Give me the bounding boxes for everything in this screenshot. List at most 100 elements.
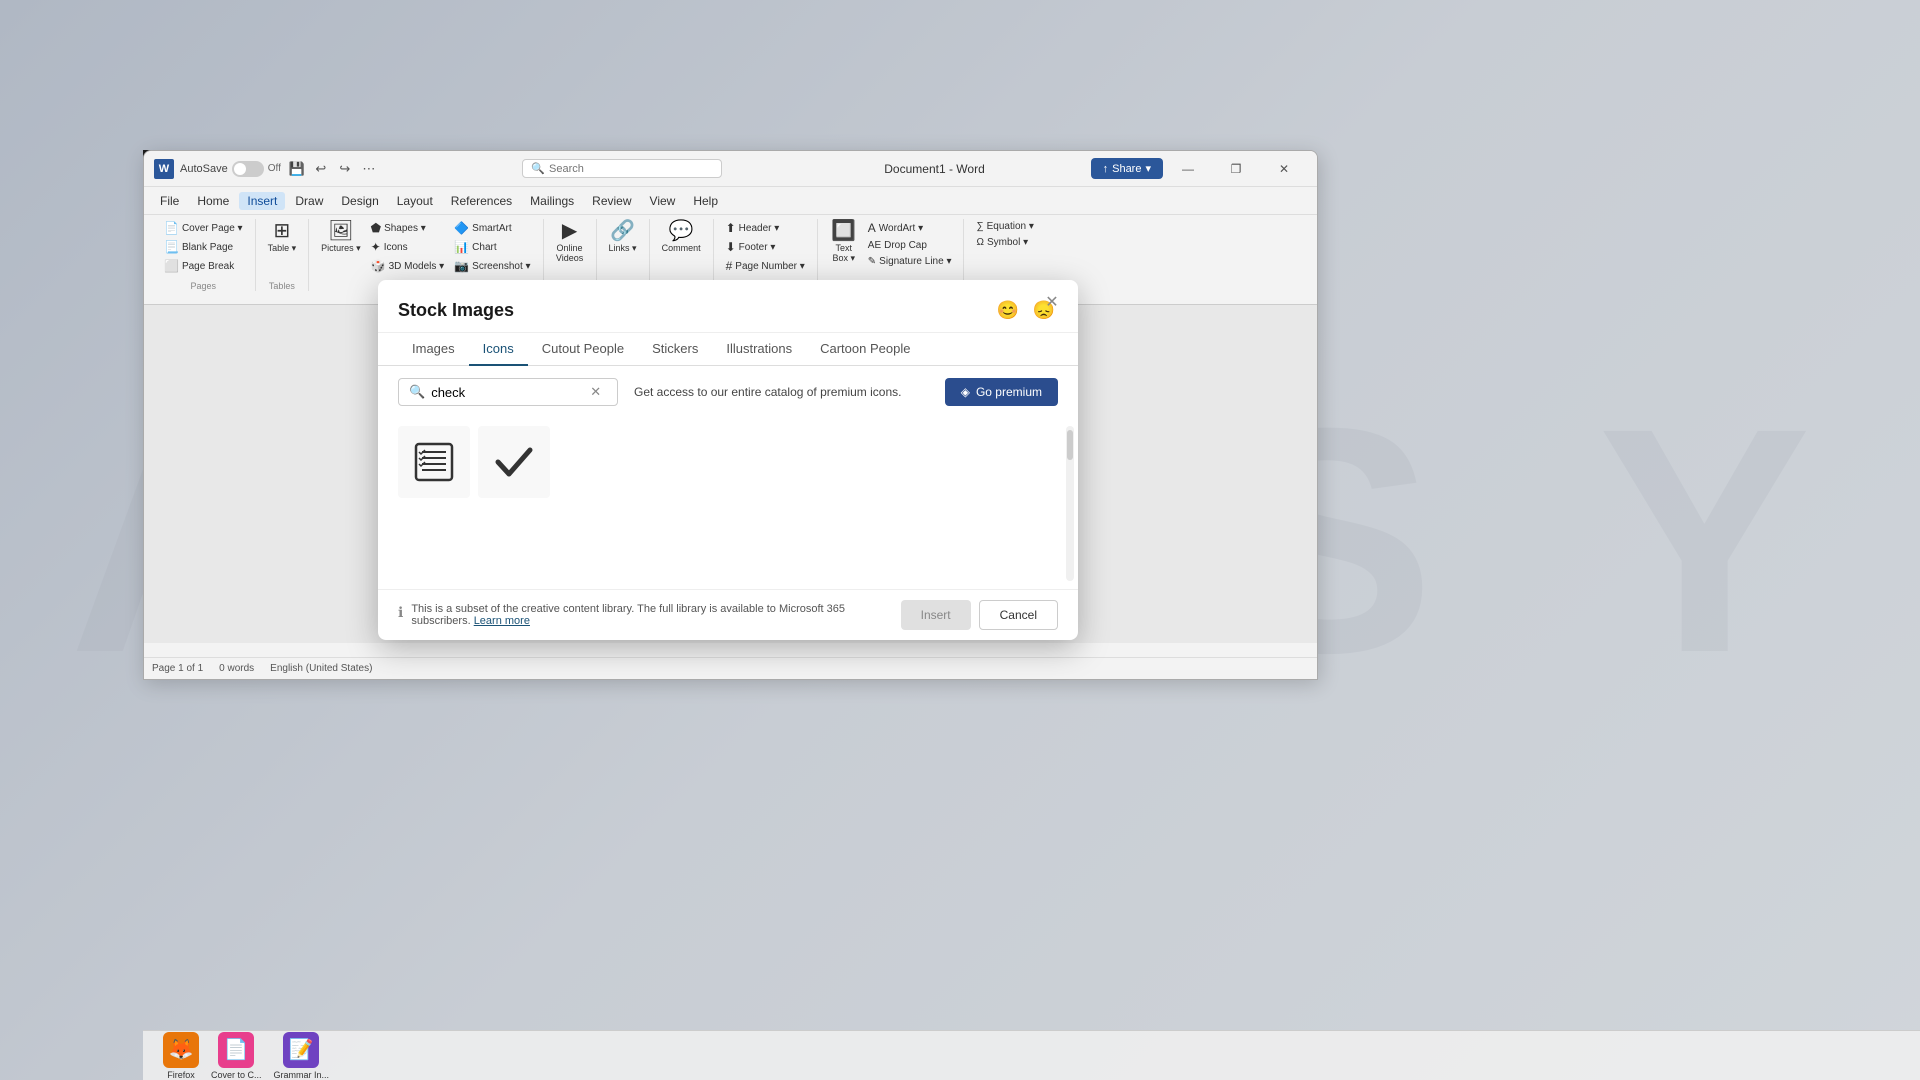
tab-cutout-people[interactable]: Cutout People xyxy=(528,333,638,366)
wordart-button[interactable]: A WordArt ▾ xyxy=(864,219,956,237)
restore-button[interactable]: ❐ xyxy=(1213,154,1259,184)
menu-mailings[interactable]: Mailings xyxy=(522,192,582,210)
minimize-button[interactable]: — xyxy=(1165,154,1211,184)
equation-button[interactable]: ∑ Equation ▾ xyxy=(972,219,1037,234)
premium-text: Get access to our entire catalog of prem… xyxy=(634,385,929,399)
title-search-input[interactable] xyxy=(549,163,709,175)
title-search-box[interactable]: 🔍 xyxy=(522,159,722,178)
pictures-button[interactable]: 🖼 Pictures ▾ xyxy=(317,219,365,256)
icons-button[interactable]: ✦ Icons xyxy=(367,238,449,256)
screenshot-button[interactable]: 📷 Screenshot ▾ xyxy=(450,257,534,275)
footer-label: Footer ▾ xyxy=(739,242,776,253)
more-icon[interactable]: ⋯ xyxy=(359,159,379,179)
happy-face-button[interactable]: 😊 xyxy=(994,296,1022,324)
menu-review[interactable]: Review xyxy=(584,192,639,210)
search-clear-button[interactable]: ✕ xyxy=(590,384,601,400)
blank-page-button[interactable]: 📃 Blank Page xyxy=(160,238,247,256)
shapes-button[interactable]: ⬟ Shapes ▾ xyxy=(367,219,449,237)
undo-icon[interactable]: ↩ xyxy=(311,159,331,179)
drop-cap-icon: AE xyxy=(868,240,881,251)
tab-images[interactable]: Images xyxy=(398,333,469,366)
taskbar-app-cover[interactable]: 📄 Cover to C... xyxy=(211,1032,262,1080)
pages-col: 📄 Cover Page ▾ 📃 Blank Page ⬜ Page Break xyxy=(160,219,247,275)
result-checklist[interactable] xyxy=(398,426,470,498)
desktop-taskbar: 🦊 Firefox 📄 Cover to C... 📝 Grammar In..… xyxy=(143,1030,1920,1080)
menu-design[interactable]: Design xyxy=(333,192,386,210)
happy-face-icon: 😊 xyxy=(997,300,1019,321)
icons-icon: ✦ xyxy=(371,240,381,254)
page-count: Page 1 of 1 xyxy=(152,663,203,674)
results-grid xyxy=(398,426,1058,498)
save-icon[interactable]: 💾 xyxy=(287,159,307,179)
search-input[interactable] xyxy=(431,385,586,400)
online-videos-button[interactable]: ▶ OnlineVideos xyxy=(552,219,588,265)
text-box-button[interactable]: 🔲 TextBox ▾ xyxy=(826,219,862,266)
grammar-app-label: Grammar In... xyxy=(274,1070,330,1080)
taskbar-app-grammar[interactable]: 📝 Grammar In... xyxy=(274,1032,330,1080)
modal-title: Stock Images xyxy=(398,300,514,321)
modal-results[interactable] xyxy=(378,418,1078,589)
links-button[interactable]: 🔗 Links ▾ xyxy=(605,219,641,256)
header-icon: ⬆ xyxy=(726,221,736,235)
share-button[interactable]: ↑ Share ▾ xyxy=(1091,158,1163,179)
autosave-toggle[interactable] xyxy=(232,161,264,177)
comment-button[interactable]: 💬 Comment xyxy=(658,219,705,255)
symbol-button[interactable]: Ω Symbol ▾ xyxy=(972,235,1037,250)
modal-close-button[interactable]: ✕ xyxy=(1040,290,1064,314)
3d-models-label: 3D Models ▾ xyxy=(389,261,445,272)
cover-app-icon: 📄 xyxy=(218,1032,254,1068)
page-break-button[interactable]: ⬜ Page Break xyxy=(160,257,247,275)
cover-page-icon: 📄 xyxy=(164,221,179,235)
page-break-icon: ⬜ xyxy=(164,259,179,273)
tab-cartoon-people[interactable]: Cartoon People xyxy=(806,333,924,366)
footer-button[interactable]: ⬇ Footer ▾ xyxy=(722,238,809,256)
redo-icon[interactable]: ↪ xyxy=(335,159,355,179)
smartart-button[interactable]: 🔷 SmartArt xyxy=(450,219,534,237)
page-number-button[interactable]: # Page Number ▾ xyxy=(722,257,809,275)
footer-info-text: This is a subset of the creative content… xyxy=(411,603,878,627)
chart-button[interactable]: 📊 Chart xyxy=(450,238,534,256)
title-bar-center: 🔍 xyxy=(466,159,778,178)
scroll-thumb[interactable] xyxy=(1067,430,1073,460)
info-icon: ℹ xyxy=(398,604,403,621)
cancel-button[interactable]: Cancel xyxy=(979,600,1058,630)
drop-cap-button[interactable]: AE Drop Cap xyxy=(864,238,956,253)
menu-references[interactable]: References xyxy=(443,192,520,210)
scroll-track[interactable] xyxy=(1066,426,1074,581)
menu-insert[interactable]: Insert xyxy=(239,192,285,210)
stock-images-modal: Stock Images 😊 😞 ✕ Images Icons Cutout P… xyxy=(378,280,1078,640)
menu-file[interactable]: File xyxy=(152,192,187,210)
insert-button[interactable]: Insert xyxy=(901,600,971,630)
menu-layout[interactable]: Layout xyxy=(389,192,441,210)
cover-app-label: Cover to C... xyxy=(211,1070,262,1080)
grammar-app-icon: 📝 xyxy=(283,1032,319,1068)
menu-view[interactable]: View xyxy=(642,192,684,210)
modal-footer-info: ℹ This is a subset of the creative conte… xyxy=(398,603,878,627)
modal-search-box[interactable]: 🔍 ✕ xyxy=(398,378,618,406)
result-checkmark[interactable] xyxy=(478,426,550,498)
menu-home[interactable]: Home xyxy=(189,192,237,210)
table-button[interactable]: ⊞ Table ▾ xyxy=(264,219,301,256)
cover-page-button[interactable]: 📄 Cover Page ▾ xyxy=(160,219,247,237)
menu-help[interactable]: Help xyxy=(685,192,726,210)
chart-label: Chart xyxy=(472,242,496,253)
close-button[interactable]: ✕ xyxy=(1261,154,1307,184)
tables-group-content: ⊞ Table ▾ xyxy=(264,219,301,256)
menu-draw[interactable]: Draw xyxy=(287,192,331,210)
tab-stickers[interactable]: Stickers xyxy=(638,333,712,366)
header-footer-content: ⬆ Header ▾ ⬇ Footer ▾ # Page Number ▾ xyxy=(722,219,809,275)
equation-label: Equation ▾ xyxy=(987,221,1034,232)
go-premium-button[interactable]: ◈ Go premium xyxy=(945,378,1058,406)
taskbar-app-firefox[interactable]: 🦊 Firefox xyxy=(163,1032,199,1080)
tab-illustrations[interactable]: Illustrations xyxy=(712,333,806,366)
tables-label: Tables xyxy=(269,281,295,291)
modal-search-row: 🔍 ✕ Get access to our entire catalog of … xyxy=(378,366,1078,418)
symbols-group-content: ∑ Equation ▾ Ω Symbol ▾ xyxy=(972,219,1037,250)
illustrations-col2: 🔷 SmartArt 📊 Chart 📷 Screenshot ▾ xyxy=(450,219,534,275)
header-button[interactable]: ⬆ Header ▾ xyxy=(722,219,809,237)
3d-models-button[interactable]: 🎲 3D Models ▾ xyxy=(367,257,449,275)
signature-button[interactable]: ✎ Signature Line ▾ xyxy=(864,254,956,269)
comments-group-content: 💬 Comment xyxy=(658,219,705,255)
learn-more-link[interactable]: Learn more xyxy=(474,615,530,627)
tab-icons[interactable]: Icons xyxy=(469,333,528,366)
